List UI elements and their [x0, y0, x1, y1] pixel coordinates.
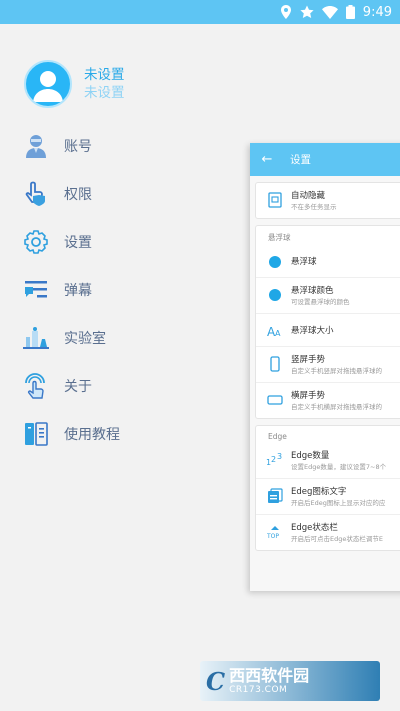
setting-portrait-sub: 自定义手机竖屏对拖拽悬浮球的: [291, 367, 382, 375]
setting-landscape-sub: 自定义手机横屏对拖拽悬浮球的: [291, 403, 382, 411]
permission-icon: [22, 180, 50, 208]
menu-item-account[interactable]: 账号: [0, 122, 240, 170]
section-float-ball: 悬浮球: [268, 233, 291, 242]
setting-float-color[interactable]: 悬浮球颜色 可设置悬浮球的颜色: [256, 278, 400, 314]
menu-label-lab: 实验室: [64, 331, 106, 347]
svg-text:A: A: [275, 329, 281, 337]
menu-item-lab[interactable]: 实验室: [0, 314, 240, 362]
setting-auto-hide-sub: 不在多任务显示: [291, 203, 337, 211]
status-bar: 9:49: [0, 0, 400, 24]
svg-text:2: 2: [271, 455, 276, 464]
setting-edge-icon-text[interactable]: Edeg图标文字 开启后Edeg图标上显示对应的应: [256, 479, 400, 515]
setting-float-size-title: 悬浮球大小: [291, 325, 334, 336]
back-arrow-icon[interactable]: ←: [250, 152, 284, 167]
menu-item-permission[interactable]: 权限: [0, 170, 240, 218]
preview-title: 设置: [290, 154, 311, 166]
setting-edge-count-title: Edge数量: [291, 451, 330, 461]
setting-edge-statusbar-sub: 开启后可点击Edge状态栏调节E: [291, 535, 383, 543]
location-icon: [280, 5, 292, 19]
setting-landscape-title: 横屏手势: [291, 391, 326, 401]
preview-card-general: 自动隐藏 不在多任务显示: [255, 182, 400, 219]
section-edge: Edge: [268, 432, 287, 441]
site-watermark: C 西西软件园 CR173.COM: [200, 661, 380, 701]
setting-edge-statusbar-title: Edge状态栏: [291, 523, 338, 533]
watermark-cn: 西西软件园: [229, 665, 310, 685]
profile-header[interactable]: 未设置 未设置: [24, 60, 125, 108]
watermark-logo-icon: C: [206, 666, 226, 696]
setting-auto-hide[interactable]: 自动隐藏 不在多任务显示: [256, 183, 400, 218]
float-ball-icon: [266, 253, 284, 271]
menu-item-settings[interactable]: 设置: [0, 218, 240, 266]
preview-app-bar: ← 设置: [250, 143, 400, 176]
avatar[interactable]: [24, 60, 72, 108]
setting-edge-icon-text-sub: 开启后Edeg图标上显示对应的应: [291, 499, 386, 507]
svg-text:TOP: TOP: [267, 533, 279, 539]
menu-label-about: 关于: [64, 379, 92, 395]
number-123-icon: 123: [266, 451, 284, 469]
auto-hide-icon: [266, 191, 284, 209]
profile-subtitle: 未设置: [84, 85, 125, 101]
user-avatar-icon: [33, 71, 63, 102]
portrait-phone-icon: [266, 355, 284, 373]
font-size-icon: AA: [266, 322, 284, 340]
preview-card-float: 悬浮球 悬浮球 悬浮球颜色 可设置悬浮球的颜色 AA 悬浮球大小 竖屏手势 自定…: [255, 225, 400, 419]
watermark-url: CR173.COM: [229, 684, 288, 695]
menu-label-danmaku: 弹幕: [64, 283, 92, 299]
setting-float-ball-title: 悬浮球: [291, 256, 317, 267]
menu-item-tutorial[interactable]: 使用教程: [0, 410, 240, 458]
account-icon: [22, 132, 50, 160]
icon-text-icon: [266, 487, 284, 505]
setting-float-color-sub: 可设置悬浮球的颜色: [291, 298, 350, 306]
preview-card-edge: Edge 123 Edge数量 设置Edge数量，建议设置7~8个 Edeg图标…: [255, 425, 400, 551]
svg-text:3: 3: [277, 453, 282, 461]
danmaku-icon: [22, 276, 50, 304]
menu-label-settings: 设置: [64, 235, 92, 251]
lab-icon: [22, 324, 50, 352]
float-color-icon: [266, 286, 284, 304]
menu-label-tutorial: 使用教程: [64, 427, 120, 443]
setting-edge-count-sub: 设置Edge数量，建议设置7~8个: [291, 463, 387, 471]
setting-edge-statusbar[interactable]: TOP Edge状态栏 开启后可点击Edge状态栏调节E: [256, 515, 400, 550]
menu-item-danmaku[interactable]: 弹幕: [0, 266, 240, 314]
status-time: 9:49: [362, 4, 392, 20]
menu-label-account: 账号: [64, 139, 92, 155]
status-icons: 9:49: [280, 4, 392, 20]
setting-landscape-gesture[interactable]: 横屏手势 自定义手机横屏对拖拽悬浮球的: [256, 383, 400, 418]
about-touch-icon: [22, 372, 50, 400]
setting-portrait-title: 竖屏手势: [291, 355, 326, 365]
settings-screen-preview: ← 设置 自动隐藏 不在多任务显示 悬浮球 悬浮球 悬浮球颜色 可设置悬浮球的颜…: [250, 143, 400, 591]
menu-label-permission: 权限: [64, 187, 92, 203]
setting-auto-hide-title: 自动隐藏: [291, 191, 326, 201]
setting-float-color-title: 悬浮球颜色: [291, 286, 334, 296]
drawer-menu: 账号 权限 设置 弹幕 实验室 关于 使用教程: [0, 122, 240, 458]
profile-name: 未设置: [84, 67, 125, 83]
setting-float-ball[interactable]: 悬浮球: [256, 245, 400, 278]
top-arrow-icon: TOP: [266, 523, 284, 541]
navigation-drawer: 未设置 未设置 账号 权限 设置 弹幕 实验室 关于 使用教程 ← 设置 自动隐…: [0, 24, 400, 711]
settings-gear-icon: [22, 228, 50, 256]
setting-portrait-gesture[interactable]: 竖屏手势 自定义手机竖屏对拖拽悬浮球的: [256, 347, 400, 383]
setting-edge-count[interactable]: 123 Edge数量 设置Edge数量，建议设置7~8个: [256, 443, 400, 479]
menu-item-about[interactable]: 关于: [0, 362, 240, 410]
star-icon: [300, 5, 314, 19]
setting-float-size[interactable]: AA 悬浮球大小: [256, 314, 400, 347]
setting-edge-icon-text-title: Edeg图标文字: [291, 487, 347, 497]
wifi-icon: [321, 5, 338, 19]
landscape-phone-icon: [266, 391, 284, 409]
tutorial-book-icon: [22, 420, 50, 448]
battery-icon: [345, 5, 355, 19]
